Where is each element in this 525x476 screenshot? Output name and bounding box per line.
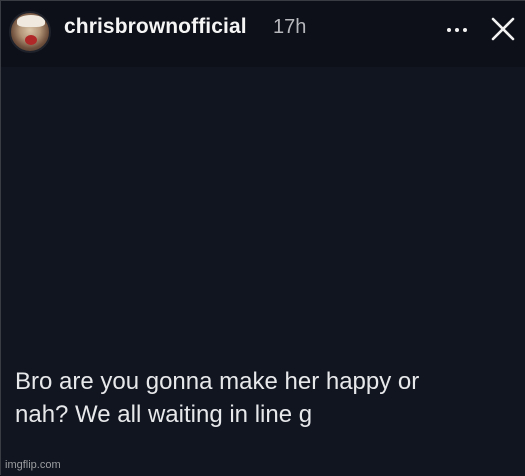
avatar-hat [17,15,45,27]
watermark: imgflip.com [5,459,61,471]
story-header: chrisbrownofficial 17h [1,1,525,67]
more-options-icon[interactable] [445,19,469,39]
avatar-mouth [25,35,37,45]
profile-avatar[interactable] [9,11,51,53]
close-icon[interactable] [489,15,517,43]
post-text: Bro are you gonna make her happy or nah?… [15,368,420,428]
story-viewer: chrisbrownofficial 17h Bro are you gonna… [0,0,525,476]
post-timestamp: 17h [273,16,307,38]
profile-username[interactable]: chrisbrownofficial [64,15,247,39]
